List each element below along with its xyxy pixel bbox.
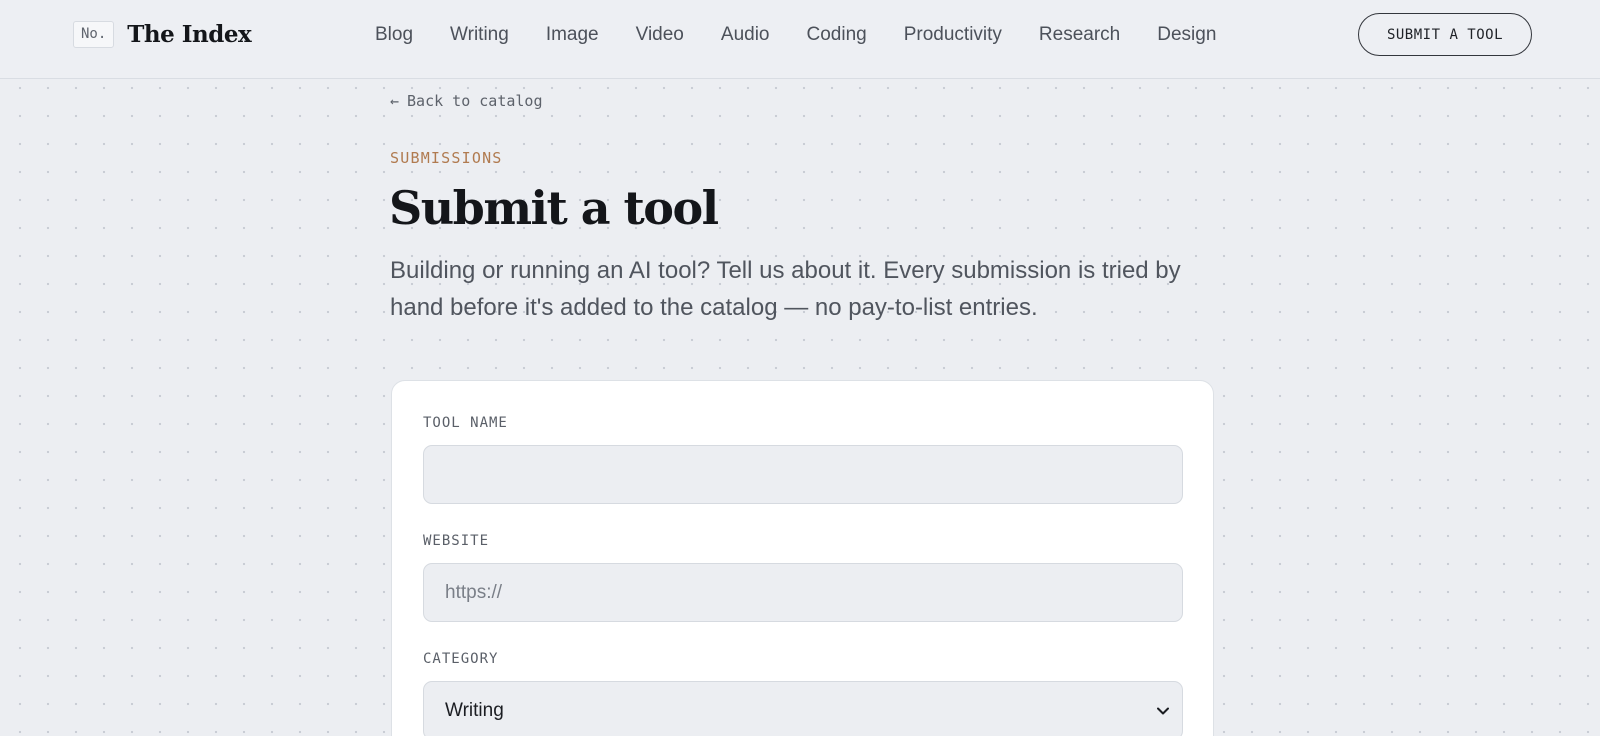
nav-item-design[interactable]: Design [1157, 24, 1216, 46]
website-input[interactable] [423, 563, 1183, 622]
top-navigation-bar: No. The Index Blog Writing Image Video A… [0, 0, 1600, 79]
page-title: Submit a tool [389, 181, 719, 235]
tool-name-input[interactable] [423, 445, 1183, 504]
submit-tool-button[interactable]: SUBMIT A TOOL [1358, 13, 1532, 56]
site-logo-link[interactable]: No. The Index [73, 21, 252, 48]
category-label: CATEGORY [423, 651, 499, 667]
page-intro: Building or running an AI tool? Tell us … [390, 257, 1181, 321]
category-nav: Blog Writing Image Video Audio Coding Pr… [375, 24, 1253, 46]
nav-item-image[interactable]: Image [546, 24, 599, 46]
tool-name-label: TOOL NAME [423, 415, 508, 431]
category-select[interactable]: Writing [423, 681, 1183, 736]
nav-item-coding[interactable]: Coding [807, 24, 867, 46]
nav-item-blog[interactable]: Blog [375, 24, 413, 46]
website-label: WEBSITE [423, 533, 490, 549]
submission-form: TOOL NAME WEBSITE CATEGORY Writing [391, 380, 1214, 736]
nav-item-audio[interactable]: Audio [721, 24, 770, 46]
category-selected-value: Writing [445, 699, 504, 721]
nav-item-productivity[interactable]: Productivity [904, 24, 1002, 46]
back-to-catalog-link[interactable]: ← Back to catalog [390, 92, 543, 110]
nav-item-writing[interactable]: Writing [450, 24, 509, 46]
arrow-left-icon: ← [390, 92, 400, 110]
site-name: The Index [127, 21, 252, 48]
section-eyebrow: SUBMISSIONS [390, 149, 503, 167]
nav-item-video[interactable]: Video [636, 24, 684, 46]
chevron-down-icon [1156, 704, 1170, 718]
back-link-label: Back to catalog [407, 92, 543, 110]
logo-badge: No. [73, 21, 115, 48]
nav-item-research[interactable]: Research [1039, 24, 1120, 46]
